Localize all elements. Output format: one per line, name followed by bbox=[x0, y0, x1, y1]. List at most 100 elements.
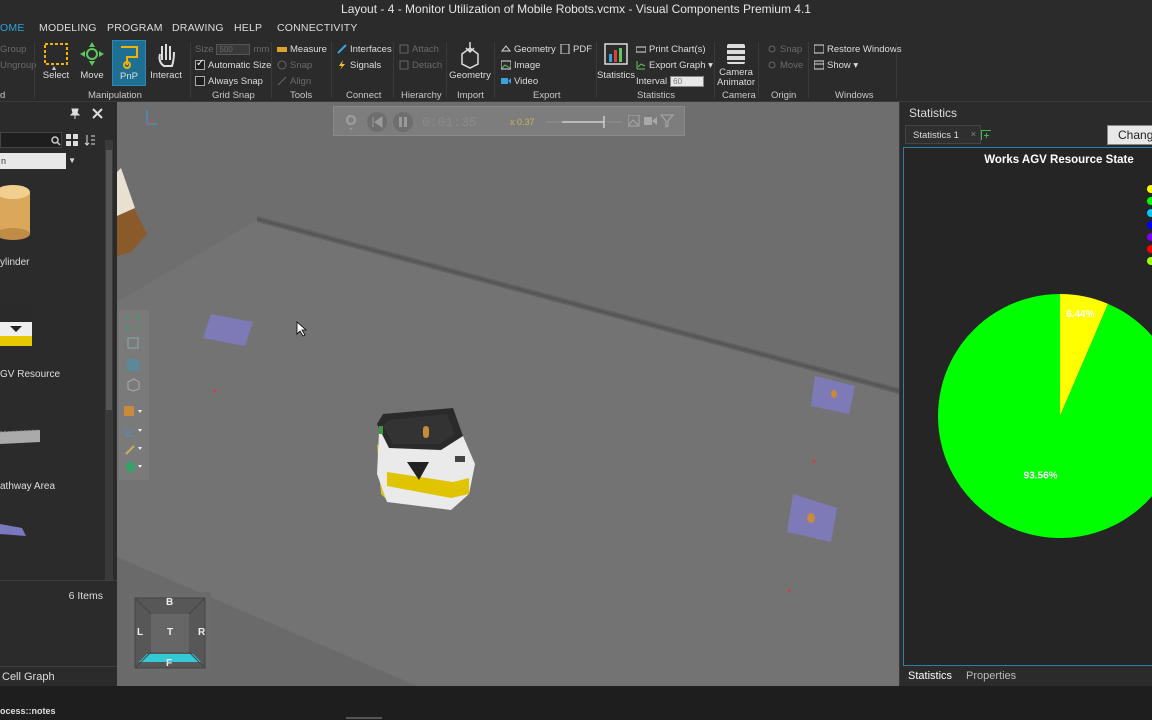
catalog-filter-dropdown[interactable]: n ▼ bbox=[0, 153, 78, 169]
filter-icon[interactable] bbox=[660, 114, 674, 128]
detach-label: Detach bbox=[412, 59, 443, 71]
simulation-speed: x 0.37 bbox=[510, 117, 535, 127]
view-tools-strip bbox=[119, 310, 149, 480]
nav-top-label[interactable]: T bbox=[167, 627, 173, 638]
change-button[interactable]: Chang bbox=[1107, 125, 1152, 145]
view-grid-icon[interactable] bbox=[126, 358, 140, 372]
ungroup-button[interactable]: Ungroup bbox=[0, 58, 36, 72]
origin-snap-button[interactable]: Snap bbox=[767, 42, 802, 56]
3d-viewport[interactable]: 0:01:35 x 0.37 B L T R F bbox=[117, 102, 899, 686]
clipboard-group-label: d bbox=[0, 90, 6, 101]
restore-windows-label: Restore Windows bbox=[827, 43, 902, 55]
origin-move-button[interactable]: Move bbox=[767, 58, 803, 72]
print-charts-button[interactable]: Print Chart(s) bbox=[636, 42, 705, 56]
export-geometry-button[interactable]: Geometry bbox=[501, 42, 556, 56]
restore-windows-button[interactable]: Restore Windows bbox=[814, 42, 901, 56]
status-text: ocess::notes bbox=[0, 706, 56, 716]
nav-left-label[interactable]: L bbox=[137, 627, 143, 638]
ribbon-separator bbox=[808, 42, 809, 98]
measure-view-icon[interactable] bbox=[124, 442, 144, 456]
tab-properties[interactable]: Properties bbox=[966, 670, 1016, 682]
group-button[interactable]: Group bbox=[0, 42, 26, 56]
camera-animator-button[interactable]: Camera Animator bbox=[717, 40, 755, 88]
pause-icon[interactable] bbox=[392, 111, 414, 133]
tab-statistics[interactable]: Statistics bbox=[908, 670, 952, 682]
tab-connectivity[interactable]: CONNECTIVITY bbox=[277, 22, 358, 34]
close-icon[interactable] bbox=[92, 108, 103, 119]
nav-front-label[interactable]: F bbox=[166, 658, 172, 669]
statistics-button[interactable]: Statistics bbox=[597, 40, 635, 86]
navigation-cube[interactable]: B L T R F bbox=[129, 592, 211, 674]
simulation-time: 0:01:35 bbox=[422, 115, 477, 130]
export-pdf-label: PDF bbox=[573, 43, 592, 55]
detach-button[interactable]: Detach bbox=[399, 58, 442, 72]
settings-gear-icon[interactable] bbox=[344, 113, 358, 131]
fill-selected-icon[interactable] bbox=[126, 336, 140, 350]
measure-button[interactable]: Measure bbox=[277, 42, 327, 56]
attach-button[interactable]: Attach bbox=[399, 42, 439, 56]
box-view-icon[interactable] bbox=[126, 378, 140, 392]
origin-snap-icon bbox=[768, 45, 776, 53]
cube-icon[interactable] bbox=[124, 460, 144, 474]
align-button[interactable]: Align bbox=[277, 74, 311, 88]
show-dropdown[interactable]: Show ▾ bbox=[814, 58, 858, 72]
interact-button[interactable]: Interact bbox=[148, 40, 184, 86]
tab-drawing[interactable]: DRAWING bbox=[172, 22, 224, 34]
statistics-tab[interactable]: Statistics 1 × bbox=[905, 125, 981, 144]
library-item-label[interactable]: athway Area bbox=[0, 481, 55, 492]
export-image-button[interactable]: Image bbox=[501, 58, 540, 72]
grid-size-field[interactable]: Size 500 mm bbox=[195, 42, 269, 56]
library-item-label[interactable]: GV Resource bbox=[0, 369, 60, 380]
cylinder-thumbnail[interactable] bbox=[0, 182, 34, 242]
legend-swatch bbox=[1147, 209, 1152, 217]
export-video-button[interactable]: Video bbox=[501, 74, 538, 88]
always-snap-checkbox[interactable]: Always Snap bbox=[195, 74, 263, 88]
export-geometry-label: Geometry bbox=[514, 43, 556, 55]
render-mode-icon[interactable] bbox=[124, 406, 144, 418]
interval-input[interactable]: 60 bbox=[670, 75, 705, 87]
image-capture-icon[interactable] bbox=[628, 115, 640, 127]
ribbon-separator bbox=[331, 42, 332, 98]
catalog-search-input[interactable] bbox=[0, 132, 62, 148]
sort-icon[interactable] bbox=[84, 134, 96, 146]
signals-button[interactable]: Signals bbox=[337, 58, 381, 72]
tab-program[interactable]: PROGRAM bbox=[107, 22, 163, 34]
show-label: Show ▾ bbox=[827, 59, 859, 71]
interfaces-button[interactable]: Interfaces bbox=[337, 42, 392, 56]
tab-help[interactable]: HELP bbox=[234, 22, 262, 34]
snap-tool-button[interactable]: Snap bbox=[277, 58, 312, 72]
fill-view-icon[interactable] bbox=[126, 316, 140, 330]
checkbox-unchecked-icon bbox=[195, 76, 205, 86]
automatic-size-checkbox[interactable]: Automatic Size bbox=[195, 58, 271, 72]
axes-icon[interactable] bbox=[124, 424, 144, 438]
pathway-area-thumbnail[interactable] bbox=[0, 424, 42, 450]
nav-back-label[interactable]: B bbox=[166, 597, 173, 608]
cell-graph-tab[interactable]: Cell Graph bbox=[2, 671, 55, 683]
agv-resource-thumbnail[interactable] bbox=[0, 298, 36, 352]
pin-icon[interactable] bbox=[70, 108, 80, 120]
floor-marker-thumbnail[interactable] bbox=[0, 518, 30, 538]
ribbon-separator bbox=[494, 42, 495, 98]
pnp-button[interactable]: PnP bbox=[112, 40, 146, 86]
scrollbar-thumb[interactable] bbox=[106, 150, 112, 410]
3d-scene[interactable] bbox=[117, 102, 899, 686]
move-button[interactable]: Move bbox=[74, 40, 110, 86]
catalog-scrollbar[interactable] bbox=[105, 140, 113, 580]
ribbon: Group Ungroup d Select Move PnP Interact… bbox=[0, 38, 1152, 102]
video-record-icon[interactable] bbox=[644, 115, 658, 127]
grid-size-input[interactable]: 500 bbox=[216, 43, 251, 55]
ecatalog-panel: n ▼ ylinder GV Resource athway Area 6 It… bbox=[0, 102, 117, 686]
nav-right-label[interactable]: R bbox=[198, 627, 205, 638]
close-tab-icon[interactable]: × bbox=[971, 129, 976, 139]
pie-slice[interactable] bbox=[938, 294, 1152, 538]
tab-home[interactable]: OME bbox=[0, 22, 25, 34]
export-graph-dropdown[interactable]: Export Graph ▾ bbox=[636, 58, 713, 72]
export-pdf-button[interactable]: PDF bbox=[560, 42, 592, 56]
grid-view-icon[interactable] bbox=[66, 134, 78, 146]
reset-simulation-icon[interactable] bbox=[366, 111, 388, 133]
library-item-label[interactable]: ylinder bbox=[0, 257, 29, 268]
add-tab-icon[interactable] bbox=[981, 130, 991, 140]
import-geometry-button[interactable]: Geometry bbox=[449, 40, 491, 86]
tab-modeling[interactable]: MODELING bbox=[39, 22, 97, 34]
align-label: Align bbox=[290, 75, 312, 87]
